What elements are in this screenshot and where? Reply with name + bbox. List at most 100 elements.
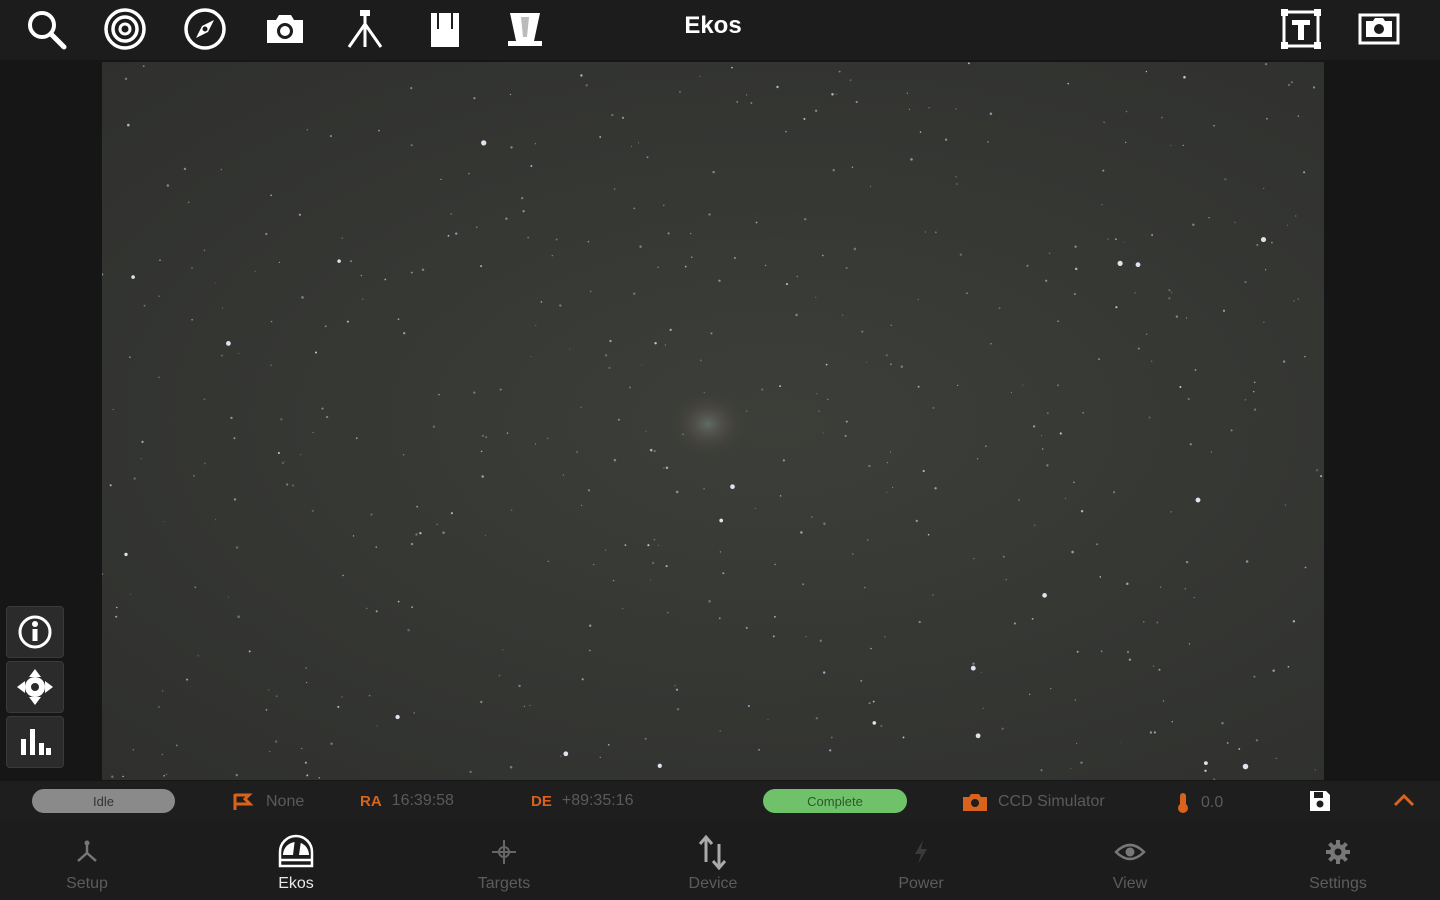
star (1297, 115, 1300, 117)
nav-setup[interactable]: Setup (17, 821, 157, 900)
filter-wheel-icon[interactable] (421, 6, 469, 52)
camera-icon[interactable] (261, 6, 309, 52)
compass-icon[interactable] (181, 6, 229, 52)
star (845, 266, 848, 270)
nav-targets[interactable]: Targets (434, 821, 574, 900)
histogram-button[interactable] (6, 716, 64, 768)
star (1151, 234, 1154, 236)
histogram-icon (21, 729, 51, 755)
star (124, 552, 128, 557)
star-field (102, 62, 1323, 780)
ekos-dome-icon (278, 834, 314, 868)
nav-label: Power (898, 875, 944, 892)
nav-power[interactable]: Power (851, 821, 991, 900)
star (675, 688, 679, 691)
star (469, 770, 472, 774)
star (1076, 650, 1079, 653)
star (265, 709, 268, 711)
star (1001, 727, 1004, 730)
star (1028, 693, 1031, 696)
star (1123, 241, 1125, 243)
star (1040, 769, 1043, 772)
star (629, 386, 631, 389)
star (665, 466, 669, 470)
star (1260, 237, 1267, 243)
star (731, 66, 733, 69)
star (861, 330, 864, 333)
star (1162, 700, 1165, 702)
camera-status: CCD Simulator (962, 792, 1105, 812)
star (397, 600, 400, 603)
star (1137, 347, 1140, 350)
nav-ekos[interactable]: Ekos (226, 821, 366, 900)
star (1134, 292, 1136, 294)
star (238, 352, 240, 355)
star (864, 586, 866, 589)
star (645, 430, 647, 433)
crosshair-button[interactable] (6, 661, 64, 713)
star (589, 624, 592, 627)
fits-image-viewer[interactable] (102, 62, 1324, 780)
setup-icon (77, 840, 97, 862)
star (767, 719, 769, 721)
star (918, 620, 921, 624)
star (844, 434, 847, 437)
star (588, 649, 591, 652)
star (337, 259, 341, 263)
star (593, 563, 595, 566)
star (669, 328, 672, 332)
star (298, 213, 302, 216)
nav-settings[interactable]: Settings (1268, 821, 1408, 900)
star (1041, 448, 1044, 450)
target-icon[interactable] (101, 6, 149, 52)
star (830, 736, 833, 739)
star (1156, 621, 1159, 624)
star (203, 398, 206, 401)
star (822, 432, 824, 434)
star (384, 278, 387, 281)
star (852, 553, 854, 555)
star (410, 542, 414, 546)
star (754, 507, 757, 510)
eye-icon (1114, 843, 1146, 861)
star (1234, 221, 1236, 223)
info-button[interactable] (6, 606, 64, 658)
star (853, 247, 857, 251)
star (653, 449, 656, 453)
star (722, 572, 725, 575)
star (116, 606, 118, 609)
star (227, 596, 230, 598)
save-button[interactable] (1308, 790, 1342, 812)
dome-icon[interactable] (501, 6, 549, 52)
target-flag-icon (233, 793, 254, 810)
star (1171, 721, 1173, 723)
star (1282, 360, 1286, 363)
de-value: +89:35:16 (561, 792, 634, 809)
star (967, 62, 970, 65)
star (651, 561, 655, 565)
star (1064, 497, 1067, 500)
capture-frame-icon[interactable] (1355, 6, 1403, 52)
star (1074, 267, 1078, 271)
star (520, 196, 524, 200)
star (1070, 767, 1072, 770)
nav-device[interactable]: Device (643, 821, 783, 900)
star (342, 574, 344, 577)
star (611, 113, 614, 117)
frame-icon[interactable] (1277, 6, 1325, 52)
star (278, 261, 280, 263)
camera-name: CCD Simulator (998, 793, 1105, 810)
star (657, 266, 659, 268)
star (880, 725, 882, 727)
star (411, 606, 413, 608)
search-icon[interactable] (22, 6, 70, 52)
star (872, 721, 877, 725)
star (129, 356, 131, 359)
ra-label: RA (360, 792, 382, 810)
expand-button[interactable] (1392, 790, 1426, 810)
star (1187, 397, 1190, 401)
tripod-icon[interactable] (341, 6, 389, 52)
nav-view[interactable]: View (1060, 821, 1200, 900)
star (481, 434, 485, 437)
star (1160, 586, 1162, 588)
